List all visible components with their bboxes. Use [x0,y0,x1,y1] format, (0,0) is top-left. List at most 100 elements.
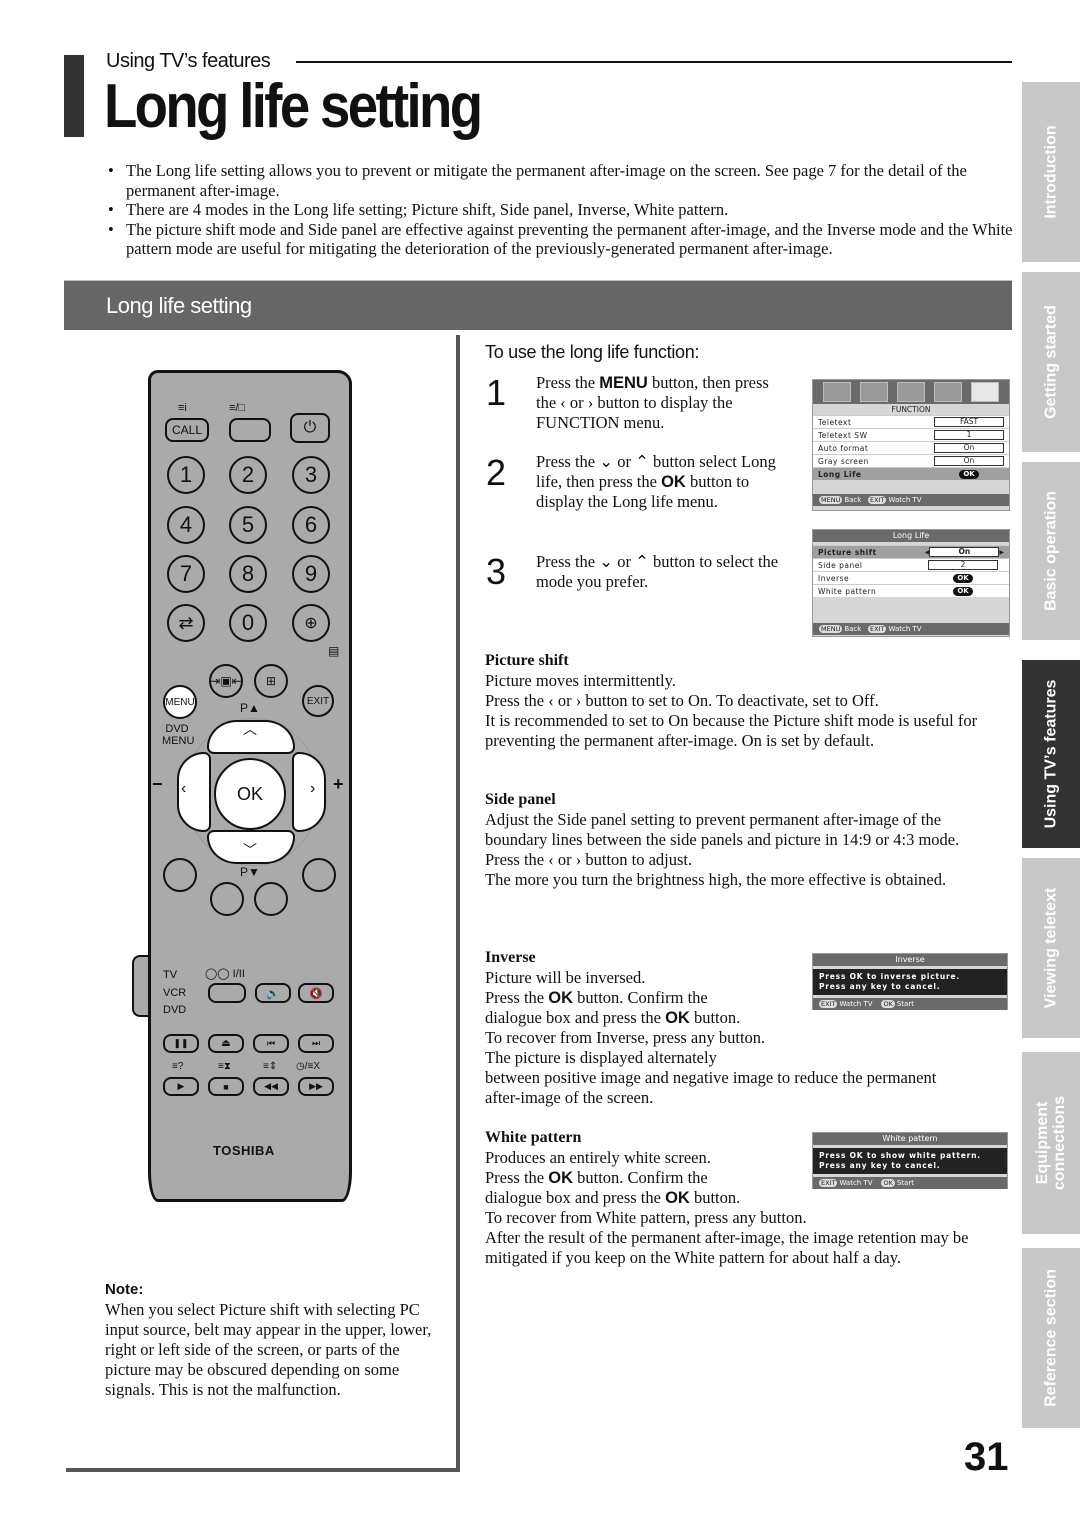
mode-title: Picture shift [485,652,569,669]
white-pattern-dialog-osd: White pattern Press OK to show white pat… [812,1132,1008,1189]
play-icon: ▶ [177,1081,185,1091]
ok-button[interactable]: OK [214,758,286,830]
number-button[interactable]: 5 [229,506,267,544]
power-icon: ⏻ [303,419,317,436]
osd-row: White pattern OK [813,584,1009,597]
osd-row-selected: Long Life OK [813,467,1009,480]
panel-border [66,1468,460,1472]
pause-button[interactable]: ❚❚ [163,1034,199,1053]
step-number: 3 [486,551,507,592]
osd-row: Teletext FAST [813,415,1009,428]
step-number: 2 [486,452,507,493]
mute-button[interactable]: 🔇 [298,983,334,1003]
osd-row: Side panel 2 [813,558,1009,571]
number-button[interactable]: 6 [292,506,330,544]
chevron-right-icon: › [310,780,316,797]
right-button[interactable] [292,752,326,832]
rewind-button[interactable]: ◀◀ [253,1077,289,1096]
red-button[interactable] [163,858,197,892]
number-button[interactable]: 3 [292,456,330,494]
exit-button[interactable]: EXIT [302,685,334,717]
brand-logo: TOSHIBA [213,1143,275,1158]
wrench-icon [970,382,999,402]
text-info-icon: ≡i [178,402,187,414]
function-menu-osd: FUNCTION Teletext FAST Teletext SW 1 Auto … [812,379,1010,511]
side-tab-reference-section[interactable]: Reference section [1022,1248,1080,1428]
text-mix-button[interactable] [229,418,271,442]
stop-button[interactable]: ■ [208,1077,244,1096]
note-box: Note: When you select Picture shift with… [105,1280,435,1400]
chevron-down-icon: ﹀ [243,842,257,858]
intro-bullet: The Long life setting allows you to prev… [104,161,1014,200]
sound-button[interactable]: 🔈 [255,983,291,1003]
reveal-icon: ≡? [172,1061,184,1072]
title-accent-bar [64,55,84,137]
fast-forward-button[interactable]: ▶▶ [298,1077,334,1096]
eject-button[interactable]: ⏏ [208,1034,244,1053]
p-up-label: P▲ [240,701,260,715]
volume-down-icon: − [152,774,163,794]
osd-row: Teletext SW 1 [813,428,1009,441]
blue-button[interactable] [302,858,336,892]
skip-forward-button[interactable]: ⏭ [298,1034,334,1053]
osd-title: Long Life [813,530,1009,542]
number-button[interactable]: 4 [167,506,205,544]
wide-button[interactable]: ⊞ [254,664,288,698]
osd-footer: MENU Back EXIT Watch TV [813,494,1009,506]
steps-heading: To use the long life function: [485,342,700,362]
side-tab-equipment-connections[interactable]: Equipment connections [1022,1052,1080,1234]
osd-row: Inverse OK [813,571,1009,584]
step-text: Press the ⌄ or ⌃ button to select the mo… [536,552,779,591]
side-tab-viewing-teletext[interactable]: Viewing teletext [1022,858,1080,1038]
fast-forward-icon: ▶▶ [309,1081,323,1091]
panel-border [456,335,460,1472]
number-button[interactable]: 9 [292,555,330,593]
play-button[interactable]: ▶ [163,1077,199,1096]
note-text: When you select Picture shift with selec… [105,1300,432,1399]
wide-icon: ⊞ [265,674,277,688]
stop-icon: ■ [223,1081,229,1092]
arrow-right-icon: ▶ [999,548,1004,556]
power-button[interactable]: ⏻ [290,413,330,443]
section-band: Long life setting [64,280,1012,330]
timer-menu-icon [933,382,962,402]
side-tab-introduction[interactable]: Introduction [1022,82,1080,262]
chevron-left-icon: ‹ [181,780,187,797]
side-tab-using-tvs-features[interactable]: Using TV’s features [1022,660,1080,848]
rewind-icon: ◀◀ [264,1081,278,1091]
side-tab-basic-operation[interactable]: Basic operation [1022,462,1080,640]
intro-bullet: There are 4 modes in the Long life setti… [104,200,1014,220]
green-button[interactable] [210,882,244,916]
return-button[interactable]: ⇄ [167,604,205,642]
call-button[interactable]: CALL [165,418,209,442]
skip-back-button[interactable]: ⏮ [253,1034,289,1053]
eject-icon: ⏏ [221,1038,231,1049]
mode-title: Side panel [485,791,556,808]
input-button[interactable]: ⊕ [292,604,330,642]
pause-icon: ❚❚ [173,1038,189,1048]
number-button[interactable]: 0 [229,604,267,642]
speaker-icon: 🔈 [266,987,280,1000]
step-text: Press the MENU button, then press the ‹ … [536,373,769,432]
return-icon: ⇄ [178,612,194,633]
number-button[interactable]: 2 [229,456,267,494]
section-label: Using TV’s features [106,50,271,72]
note-title: Note: [105,1281,144,1298]
picture-size-button[interactable]: ⇥▣⇤ [209,664,243,698]
osd-footer: MENU Back EXIT Watch TV [813,623,1009,635]
number-button[interactable]: 7 [167,555,205,593]
menu-button[interactable]: MENU [163,685,197,719]
number-button[interactable]: 8 [229,555,267,593]
side-tab-getting-started[interactable]: Getting started [1022,272,1080,452]
long-life-menu-osd: Long Life Picture shift ◀ On ▶ Side panel 2 … [812,529,1010,637]
input-icon: ⊕ [304,615,318,632]
mute-icon: 🔇 [309,987,323,1000]
timer-cancel-icon: ◷/≡X [296,1061,321,1072]
dual-sound-button[interactable] [208,983,246,1003]
number-button[interactable]: 1 [167,456,205,494]
picture-shift-section: Picture shift Picture moves intermittent… [485,651,1005,751]
yellow-button[interactable] [254,882,288,916]
osd-row-selected: Picture shift ◀ On ▶ [813,545,1009,558]
skip-back-icon: ⏮ [266,1038,276,1048]
dvd-menu-label: DVD MENU [162,723,195,747]
